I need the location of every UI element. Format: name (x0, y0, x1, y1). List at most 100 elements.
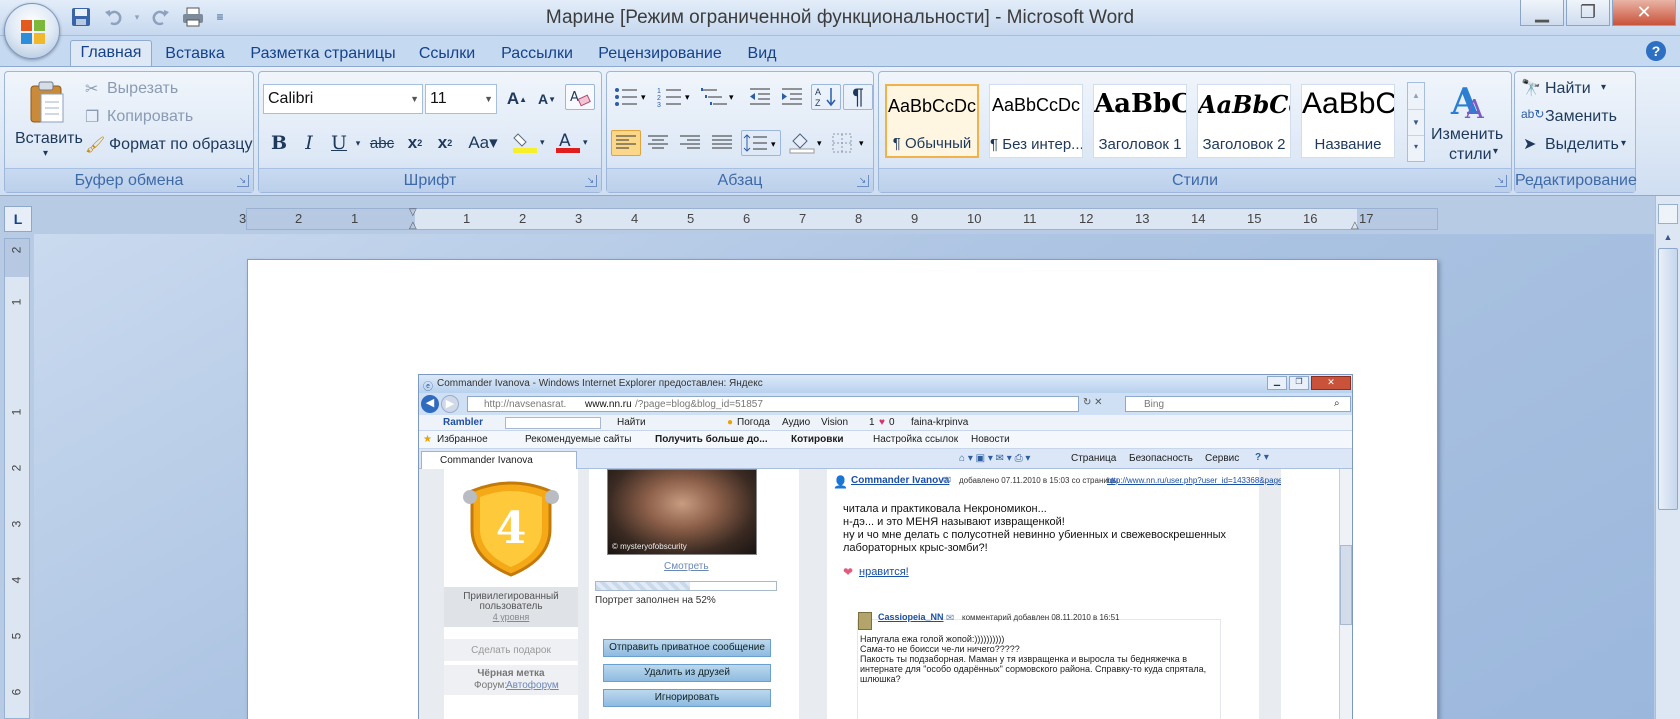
right-indent-icon[interactable]: △ (1351, 220, 1359, 231)
ie-favorites-star-icon: ★ (423, 434, 432, 445)
styles-scroll-down-icon[interactable]: ▼ (1408, 109, 1424, 135)
italic-icon[interactable]: I (295, 130, 323, 156)
tab-mailings[interactable]: Рассылки (494, 42, 580, 66)
grow-font-icon[interactable]: A ▲ (503, 86, 531, 112)
comment-line-1: Напугала ежа голой жопой:)))))))))) (860, 634, 1005, 644)
ruler-toggle-icon[interactable] (1658, 204, 1678, 224)
decrease-indent-icon[interactable] (745, 84, 775, 110)
styles-more-icon[interactable]: ▾ (1408, 135, 1424, 161)
save-icon[interactable] (68, 4, 94, 30)
copy-button[interactable]: ❐ Копировать (85, 106, 245, 130)
replace-button[interactable]: ab↻ Заменить (1521, 106, 1633, 130)
select-label: Выделить (1545, 136, 1619, 153)
font-color-icon[interactable]: A ▾ (553, 130, 593, 156)
svg-text:A: A (1464, 95, 1485, 120)
superscript-icon[interactable]: x2 (431, 130, 459, 156)
underline-dropdown-icon[interactable]: ▾ (353, 130, 363, 156)
scroll-thumb[interactable] (1658, 248, 1678, 510)
tab-references[interactable]: Ссылки (412, 42, 482, 66)
format-painter-button[interactable]: 🖌 Формат по образцу (85, 134, 253, 158)
multilevel-list-icon[interactable]: ▾ (699, 84, 739, 110)
tab-review[interactable]: Рецензирование (592, 42, 728, 66)
tab-home[interactable]: Главная (70, 40, 152, 67)
post-meta: добавлено 07.11.2010 в 15:03 со страницы (959, 476, 1119, 485)
document-page[interactable]: ⓔ Commander Ivanova - Windows Internet E… (247, 259, 1438, 719)
align-right-icon[interactable] (675, 130, 705, 156)
select-button[interactable]: ➤ Выделить ▾ (1521, 134, 1633, 158)
font-size-combo[interactable]: 11 ▼ (425, 84, 497, 114)
subscript-icon[interactable]: x2 (401, 130, 429, 156)
borders-icon[interactable]: ▾ (829, 130, 869, 156)
bold-icon[interactable]: B (265, 130, 293, 156)
ruler-number: 14 (1191, 211, 1206, 226)
style-title[interactable]: AaBbC Название (1301, 84, 1395, 158)
post-line-2: н-дэ... и это МЕНЯ называют извращенкой! (843, 516, 1065, 528)
underline-icon[interactable]: U (325, 130, 353, 156)
styles-gallery-scroll[interactable]: ▲ ▼ ▾ (1407, 82, 1425, 162)
ie-user-toolbar: faina-krpinva (911, 417, 969, 428)
find-button[interactable]: 🔭 Найти ▾ (1521, 78, 1633, 102)
replace-label: Заменить (1545, 108, 1617, 125)
vruler-number: 1 (9, 408, 24, 416)
vertical-ruler[interactable]: 2 1 1 2 3 4 5 6 (4, 238, 30, 719)
paste-button[interactable]: Вставить ▾ (13, 76, 83, 164)
align-left-icon[interactable] (611, 130, 641, 156)
cut-button[interactable]: ✂ Вырезать (85, 78, 245, 102)
tab-page-layout[interactable]: Разметка страницы (248, 42, 398, 66)
tab-insert[interactable]: Вставка (158, 42, 232, 66)
font-name-combo[interactable]: Calibri ▼ (263, 84, 423, 114)
style-title-name: Название (1314, 136, 1382, 153)
show-formatting-icon[interactable]: ¶ (843, 84, 873, 110)
line-spacing-icon[interactable]: ▾ (741, 130, 781, 156)
first-line-indent-icon[interactable]: ▽ (409, 207, 417, 218)
tab-view[interactable]: Вид (740, 42, 784, 66)
ie-audio: Аудио (782, 417, 811, 428)
close-icon[interactable]: ✕ (1612, 0, 1676, 26)
hanging-indent-icon[interactable]: △ (409, 220, 417, 231)
strikethrough-icon[interactable]: abc (365, 130, 399, 156)
clear-formatting-icon[interactable]: A (565, 84, 595, 110)
style-normal[interactable]: AaBbCcDc ¶ Обычный (885, 84, 979, 158)
sort-icon[interactable]: AZ (811, 84, 841, 110)
style-heading-2[interactable]: AaBbCc Заголовок 2 (1197, 84, 1291, 158)
shading-icon[interactable]: ▾ (787, 130, 827, 156)
increase-indent-icon[interactable] (777, 84, 807, 110)
print-icon[interactable] (180, 4, 206, 30)
clipboard-launcher-icon[interactable]: ↘ (237, 175, 249, 187)
undo-dropdown-icon[interactable]: ▾ (132, 4, 142, 30)
paragraph-launcher-icon[interactable]: ↘ (857, 175, 869, 187)
customize-qat-icon[interactable]: ≡ (212, 4, 228, 30)
tab-selector-button[interactable]: L (4, 206, 32, 232)
help-icon[interactable]: ? (1646, 41, 1666, 61)
redo-icon[interactable] (148, 4, 174, 30)
highlight-icon[interactable]: ▾ (511, 130, 549, 156)
numbering-icon[interactable]: 1 2 3 ▾ (655, 84, 695, 110)
style-heading-1[interactable]: AaBbC Заголовок 1 (1093, 84, 1187, 158)
style-no-spacing[interactable]: AaBbCcDc ¶ Без интер... (989, 84, 1083, 158)
font-launcher-icon[interactable]: ↘ (585, 175, 597, 187)
scroll-up-icon[interactable]: ▲ (1658, 228, 1678, 246)
style-normal-name: ¶ Обычный (892, 135, 972, 152)
justify-icon[interactable] (707, 130, 737, 156)
vruler-number: 5 (9, 632, 24, 640)
styles-launcher-icon[interactable]: ↘ (1495, 175, 1507, 187)
vertical-scrollbar[interactable]: ▲ (1655, 196, 1680, 719)
ie-search-icon: ⌕ (1334, 398, 1340, 409)
shrink-font-icon[interactable]: A ▼ (533, 86, 561, 112)
embedded-ie-screenshot: ⓔ Commander Ivanova - Windows Internet E… (418, 374, 1353, 719)
styles-scroll-up-icon[interactable]: ▲ (1408, 83, 1424, 109)
ie-address-row: ◀ ▶ http://navsenasrat. www.nn.ru /?page… (419, 393, 1352, 415)
align-center-icon[interactable] (643, 130, 673, 156)
paste-dropdown-icon: ▾ (43, 148, 49, 159)
change-styles-button[interactable]: A A Изменить стили ▾ (1429, 74, 1509, 166)
change-case-icon[interactable]: Aa▾ (463, 130, 503, 156)
bullets-icon[interactable]: ▾ (611, 84, 651, 110)
undo-icon[interactable] (100, 4, 126, 30)
vruler-number: 2 (9, 246, 24, 254)
office-button[interactable] (4, 3, 60, 59)
minimize-icon[interactable]: ▁ (1520, 0, 1564, 26)
horizontal-ruler[interactable]: 3 2 1 1 2 3 4 5 6 7 8 9 10 11 12 13 14 15 16 17 ▽ △ △ (239, 207, 1438, 231)
ie-minimize-icon: ▁ (1267, 376, 1287, 390)
maximize-icon[interactable]: ❐ (1566, 0, 1610, 26)
ruler-number: 11 (1023, 211, 1037, 226)
